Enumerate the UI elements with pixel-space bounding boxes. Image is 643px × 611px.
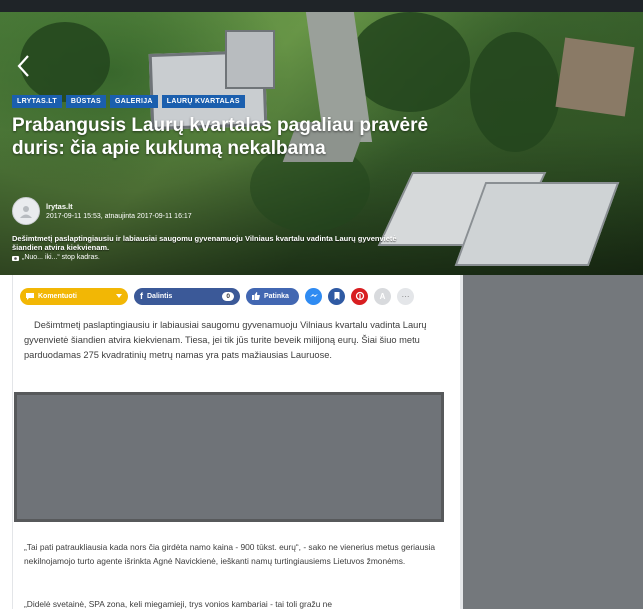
tag-lauru-kvartalas[interactable]: LAURŲ KVARTALAS [161,95,245,108]
building [555,37,635,117]
author-meta: lrytas.lt 2017-09-11 15:53, atnaujinta 2… [46,202,192,220]
chevron-left-icon [17,55,29,77]
author-name[interactable]: lrytas.lt [46,202,192,211]
facebook-icon: f [140,291,143,301]
tag-list: LRYTAS.LT BŪSTAS GALERIJA LAURŲ KVARTALA… [12,95,245,108]
article-paragraph: „Tai pati patraukliausia kada nors čia g… [24,542,436,566]
tag-bustas[interactable]: BŪSTAS [65,95,106,108]
messenger-button[interactable] [305,287,322,305]
share-count: 0 [222,291,234,301]
photo-caption: Dešimtmetį paslaptingiausiu ir labiausia… [12,234,397,252]
more-icon: ··· [401,291,410,301]
chevron-down-icon [116,294,122,298]
publish-dates: 2017-09-11 15:53, atnaujinta 2017-09-11 … [46,213,192,220]
bookmark-icon [334,292,339,300]
ad-placeholder [14,392,444,522]
back-button[interactable] [8,46,38,86]
comment-button[interactable]: Komentuoti [20,287,128,305]
user-icon [20,206,32,218]
article-title: Prabangusis Laurų kvartalas pagaliau pra… [12,115,429,159]
tag-lrytas[interactable]: LRYTAS.LT [12,95,62,108]
text-size-icon: A [379,291,386,301]
comment-icon [26,292,34,300]
facebook-like-button[interactable]: Patinka [246,287,299,305]
thumbs-up-icon [252,292,260,300]
share-bar: Komentuoti f Dalintis 0 Patinka A ··· [20,286,414,306]
building [225,30,275,89]
pinterest-icon [355,291,364,301]
messenger-icon [309,294,318,297]
comment-label: Komentuoti [38,292,77,300]
pinterest-button[interactable] [351,287,368,305]
camera-icon [12,255,19,261]
hero-image: LRYTAS.LT BŪSTAS GALERIJA LAURŲ KVARTALA… [0,12,643,275]
author-row: lrytas.lt 2017-09-11 15:53, atnaujinta 2… [12,197,192,225]
article-paragraph: Dešimtmetį paslaptingiausiu ir labiausia… [24,320,427,360]
facebook-share-button[interactable]: f Dalintis 0 [134,287,240,305]
photo-credit-text: „Nuo... iki...“ stop kadras. [22,254,100,261]
tag-galerija[interactable]: GALERIJA [109,95,158,108]
facebook-like-label: Patinka [264,292,289,300]
sidebar-placeholder [463,275,643,609]
tree-cluster [470,32,560,152]
avatar[interactable] [12,197,40,225]
browser-top-strip [0,0,643,12]
text-size-button[interactable]: A [374,287,391,305]
photo-credit: „Nuo... iki...“ stop kadras. [12,254,100,261]
more-options-button[interactable]: ··· [397,287,414,305]
tree-cluster [350,12,470,112]
facebook-share-label: Dalintis [147,292,173,300]
building [454,182,620,266]
bookmark-button[interactable] [328,287,345,305]
